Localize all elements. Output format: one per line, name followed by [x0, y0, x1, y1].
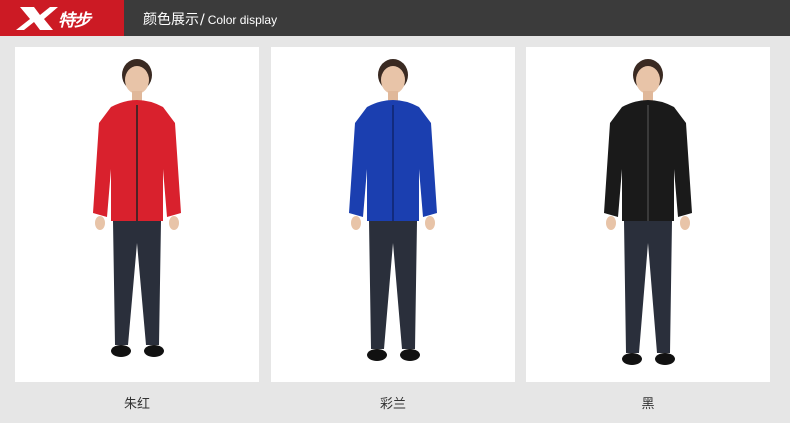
color-label-black: 黑 — [641, 397, 655, 412]
section-title-cn: 颜色展示 — [143, 12, 199, 28]
section-title-en: Color display — [207, 13, 278, 27]
brand-logo[interactable]: 特步 — [0, 0, 124, 36]
product-card-blue[interactable] — [271, 47, 515, 382]
header-bar: 特步 颜色展示/Color display — [0, 0, 790, 36]
product-card-red[interactable] — [15, 47, 259, 382]
model-red-jacket-image — [93, 59, 181, 357]
brand-logo-text: 特步 — [58, 11, 91, 31]
color-label-red: 朱红 — [123, 397, 150, 412]
title-separator: / — [200, 12, 205, 28]
product-card-black[interactable] — [526, 47, 770, 382]
section-title: 颜色展示/Color display — [143, 9, 277, 29]
model-blue-jacket-image — [349, 59, 437, 361]
color-label-blue: 彩兰 — [379, 397, 406, 412]
model-black-jacket-image — [604, 59, 692, 365]
